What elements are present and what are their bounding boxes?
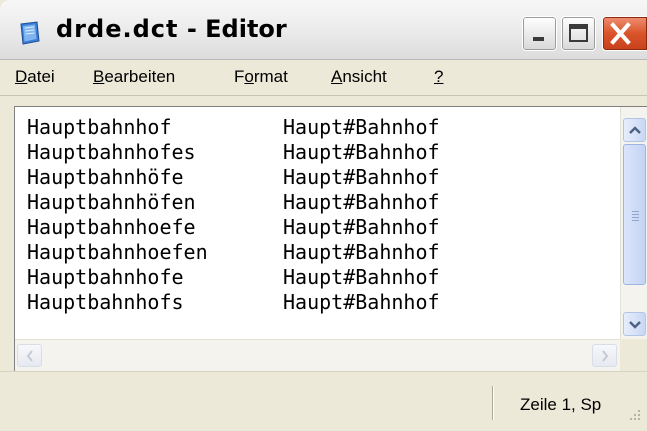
status-divider [492,386,494,420]
vertical-scrollbar[interactable] [620,107,647,339]
line-split: Haupt#Bahnhof [283,290,440,314]
menu-bearbeiten-accel: B [93,67,105,86]
scroll-right-button[interactable] [592,344,617,367]
line-split: Haupt#Bahnhof [283,115,440,139]
menu-datei-accel: D [15,67,28,86]
maximize-icon [569,24,588,42]
text-line: Hauptbahnhofs Haupt#Bahnhof [27,290,440,315]
vertical-scroll-thumb[interactable] [623,144,646,285]
window-title: drde.dct - Editor [56,15,287,43]
title-app-name: Editor [205,15,287,43]
maximize-button[interactable] [561,16,596,51]
scroll-up-button[interactable] [623,118,646,142]
close-icon [610,22,631,45]
title-bar[interactable]: drde.dct - Editor [0,0,647,60]
line-word: Hauptbahnhöfe [27,165,184,189]
resize-grip-icon[interactable] [622,406,644,428]
document-text[interactable]: Hauptbahnhof Haupt#Bahnhof Hauptbahnhofes H… [27,115,440,315]
scroll-left-button[interactable] [17,344,42,367]
line-split: Haupt#Bahnhof [283,165,440,189]
grip-line [632,214,639,215]
line-word: Hauptbahnhof [27,115,172,139]
scroll-down-button[interactable] [623,312,646,336]
line-word: Hauptbahnhofs [27,290,184,314]
menu-format-pre: F [234,67,245,86]
text-line: Hauptbahnhofe Haupt#Bahnhof [27,265,440,290]
chevron-left-icon [26,350,33,362]
chevron-up-icon [629,126,641,134]
line-split: Haupt#Bahnhof [283,240,440,264]
text-line: Hauptbahnhoefen Haupt#Bahnhof [27,240,440,265]
horizontal-scrollbar[interactable] [15,339,620,371]
minimize-button[interactable] [522,16,557,51]
line-split: Haupt#Bahnhof [283,140,440,164]
menu-bearbeiten-label: earbeiten [104,67,176,86]
grip-line [632,220,639,221]
minimize-icon [533,37,544,41]
cursor-position: Zeile 1, Sp [520,395,602,414]
text-line: Hauptbahnhof Haupt#Bahnhof [27,115,440,140]
text-line: Hauptbahnhöfe Haupt#Bahnhof [27,165,440,190]
line-split: Haupt#Bahnhof [283,215,440,239]
scrollbar-corner [620,339,647,371]
grip-line [632,217,639,218]
status-bar: Zeile 1, Sp [0,371,647,431]
line-word: Hauptbahnhoefe [27,215,196,239]
line-split: Haupt#Bahnhof [283,265,440,289]
text-line: Hauptbahnhofes Haupt#Bahnhof [27,140,440,165]
chevron-right-icon [602,350,609,362]
menu-help-accel: ? [434,67,444,86]
line-word: Hauptbahnhofe [27,265,184,289]
menu-datei-label: atei [27,67,55,86]
menu-format-accel: o [244,67,254,86]
menu-format[interactable]: Format [234,67,288,87]
grip-line [632,211,639,212]
close-button[interactable] [602,16,647,51]
notepad-icon [20,21,40,45]
menu-help[interactable]: ? [434,67,443,87]
line-split: Haupt#Bahnhof [283,190,440,214]
menu-format-label: rmat [253,67,288,86]
editor-window: drde.dct - Editor Datei Bearbeiten Forma… [0,0,647,431]
line-word: Hauptbahnhofes [27,140,196,164]
text-edit-area[interactable]: Hauptbahnhof Haupt#Bahnhof Hauptbahnhofes H… [14,106,647,371]
chevron-down-icon [629,321,641,329]
text-line: Hauptbahnhoefe Haupt#Bahnhof [27,215,440,240]
title-separator: - [178,15,206,43]
text-line: Hauptbahnhöfen Haupt#Bahnhof [27,190,440,215]
menu-ansicht-label: nsicht [342,67,387,86]
menu-ansicht-accel: A [331,67,343,86]
menu-bar: Datei Bearbeiten Format Ansicht ? [0,60,647,96]
menu-ansicht[interactable]: Ansicht [331,67,387,87]
line-word: Hauptbahnhoefen [27,240,208,264]
menu-datei[interactable]: Datei [15,67,55,87]
menu-bearbeiten[interactable]: Bearbeiten [93,67,175,87]
line-word: Hauptbahnhöfen [27,190,196,214]
title-filename: drde.dct [56,15,179,43]
